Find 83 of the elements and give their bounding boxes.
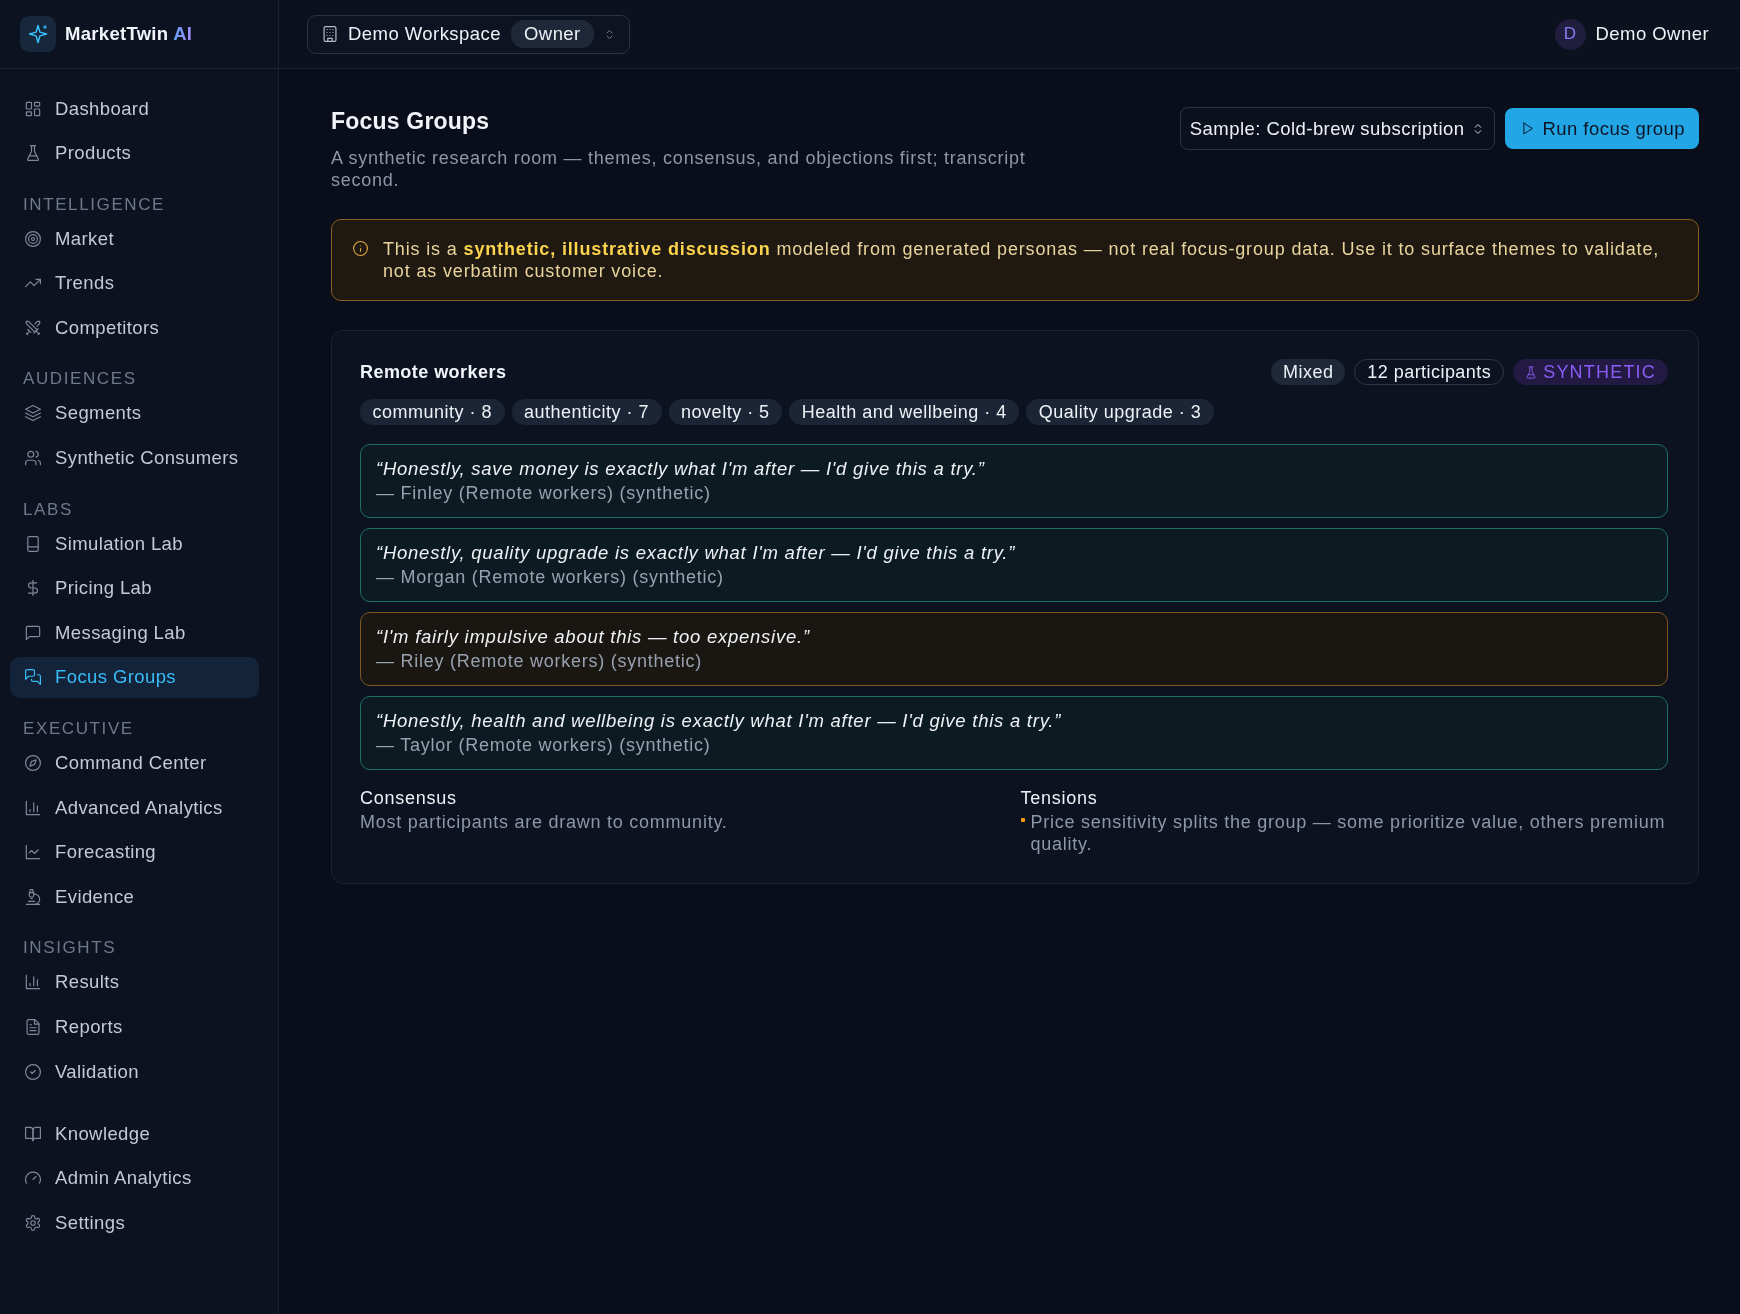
section-heading: EXECUTIVE [22, 718, 135, 739]
sample-select[interactable]: Sample: Cold-brew subscription [1179, 107, 1496, 150]
user-menu[interactable]: D Demo Owner [1554, 18, 1709, 50]
quote-text: “Honestly, quality upgrade is exactly what I'm after — I'd give this a try.” [376, 541, 1017, 565]
theme-tag: novelty · 5 [668, 399, 783, 425]
run-button[interactable]: Run focus group [1505, 108, 1699, 149]
nav-item[interactable]: Simulation Lab [10, 523, 259, 565]
nav-item[interactable]: Market [10, 218, 259, 260]
nav-item[interactable]: Reports [10, 1006, 259, 1048]
nav-item[interactable]: Trends [10, 262, 259, 304]
synthetic-tag: SYNTHETIC [1513, 359, 1668, 385]
grid-icon [25, 100, 41, 117]
people-icon [25, 450, 41, 467]
quote-attribution: — Riley (Remote workers) (synthetic) [376, 650, 704, 673]
section-heading: LABS [22, 499, 74, 520]
chat-bubble-icon [25, 624, 41, 641]
nav-item[interactable]: Synthetic Consumers [10, 437, 259, 479]
nav-item[interactable]: Dashboard [10, 88, 259, 129]
app-name: MarketTwin AI [65, 23, 193, 45]
quote-text: “Honestly, health and wellbeing is exactly what I'm after — I'd give this a try.” [376, 709, 1063, 733]
panel-icon [25, 535, 41, 552]
user-avatar: D [1554, 18, 1586, 50]
nav-item[interactable]: Messaging Lab [10, 612, 259, 654]
sentiment-tag: Mixed [1271, 359, 1346, 385]
bullet-icon [1020, 818, 1025, 822]
layers-icon [25, 405, 41, 422]
segment-title: Remote workers [360, 361, 507, 384]
section-heading: AUDIENCES [22, 369, 138, 390]
quote-attribution: — Finley (Remote workers) (synthetic) [376, 482, 712, 505]
document-icon [25, 1019, 41, 1035]
page-title: Focus Groups [331, 107, 491, 135]
quote-attribution: — Morgan (Remote workers) (synthetic) [376, 566, 725, 589]
nav-item[interactable]: Knowledge [10, 1113, 259, 1155]
flask-icon [25, 145, 41, 162]
nav-item[interactable]: Settings [10, 1202, 259, 1244]
building-icon [322, 26, 338, 42]
chat-bubbles-icon [25, 669, 41, 686]
quote-attribution: — Taylor (Remote workers) (synthetic) [376, 734, 712, 757]
dollar-icon [25, 580, 41, 597]
info-icon [353, 241, 368, 256]
sparkle-icon [20, 16, 56, 52]
crossed-swords-icon [25, 319, 41, 336]
section-heading: INSIGHTS [22, 938, 118, 959]
bar-chart-icon [25, 974, 41, 991]
tension-text: Price sensitivity splits the group — some prioritize value, others premium quality. [1030, 811, 1667, 855]
nav-item[interactable]: Forecasting [10, 831, 259, 873]
theme-tag: Quality upgrade · 3 [1026, 399, 1214, 425]
theme-tag: Health and wellbeing · 4 [789, 399, 1020, 425]
consensus-text: Most participants are drawn to community. [360, 811, 729, 833]
nav-item[interactable]: Competitors [10, 307, 259, 349]
compass-icon [25, 755, 41, 772]
nav-item[interactable]: Segments [10, 392, 259, 434]
microscope-icon [25, 888, 41, 905]
notice-text: This is a synthetic, illustrative discussion modeled from generated personas — not real focus-group data. Use it to surface themes to validate, not as verbatim customer voice. [383, 238, 1661, 282]
page-subtitle: A synthetic research room — themes, consensus, and objections first; transcript second. [331, 147, 1027, 191]
nav-item[interactable]: Results [10, 961, 259, 1003]
quote-text: “Honestly, save money is exactly what I'm after — I'd give this a try.” [376, 457, 986, 481]
section-heading: INTELLIGENCE [22, 194, 166, 215]
flask-icon [1525, 365, 1538, 379]
gauge-icon [25, 1170, 41, 1187]
settings-icon [25, 1214, 41, 1231]
quote-text: “I'm fairly impulsive about this — too expensive.” [376, 625, 811, 649]
nav-item[interactable]: Admin Analytics [10, 1157, 259, 1199]
role-tag: Owner [511, 20, 594, 48]
nav-item[interactable]: Evidence [10, 876, 259, 918]
line-chart-icon [25, 844, 41, 861]
consensus-heading: Consensus [360, 787, 458, 809]
nav-item[interactable]: Focus Groups [10, 656, 259, 698]
theme-tag: community · 8 [360, 399, 505, 425]
workspace-switcher[interactable]: Demo Workspace Owner [307, 14, 630, 54]
target-icon [25, 230, 41, 247]
bar-chart-icon [25, 799, 41, 816]
theme-tag: authenticity · 7 [511, 399, 662, 425]
chevrons-icon [603, 27, 615, 41]
book-icon [25, 1125, 41, 1142]
check-circle-icon [25, 1063, 41, 1080]
nav-item[interactable]: Advanced Analytics [10, 787, 259, 829]
nav-item[interactable]: Pricing Lab [10, 567, 259, 609]
nav-item[interactable]: Validation [10, 1051, 259, 1093]
nav-item[interactable]: Command Center [10, 742, 259, 784]
nav-item[interactable]: Products [10, 132, 259, 174]
tensions-heading: Tensions [1020, 787, 1099, 809]
play-icon [1521, 121, 1535, 136]
